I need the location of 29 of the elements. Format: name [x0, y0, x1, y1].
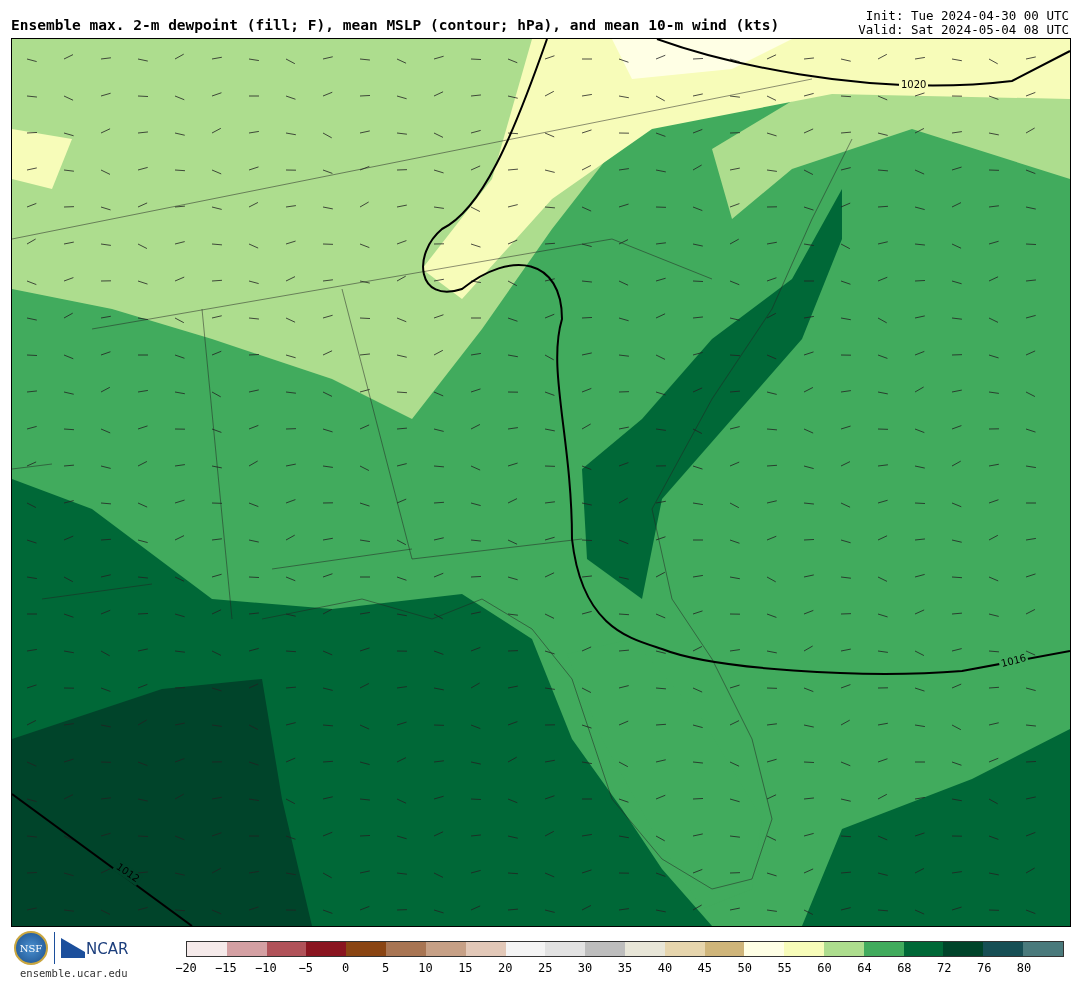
tick-label: 80 — [1016, 961, 1032, 975]
tick-label: 5 — [381, 961, 390, 975]
tick-label: 30 — [577, 961, 593, 975]
tick-label: 25 — [537, 961, 553, 975]
tick-label: 15 — [458, 961, 473, 975]
tick-label: 10 — [418, 961, 433, 975]
tick-label: −5 — [298, 961, 313, 975]
tick-label: −15 — [215, 961, 237, 975]
valid-time: Valid: Sat 2024-05-04 08 UTC — [858, 23, 1069, 37]
tick-label: 40 — [657, 961, 673, 975]
site-url: ensemble.ucar.edu — [20, 967, 128, 979]
tick-label: 64 — [857, 961, 872, 975]
tick-label: 60 — [817, 961, 832, 975]
tick-label: 35 — [617, 961, 633, 975]
tick-label: 45 — [697, 961, 713, 975]
chart-title: Ensemble max. 2-m dewpoint (fill; F), mean MSLP (contour; hPa), and mean 10-m wind (kts) — [11, 17, 780, 35]
tick-label: 68 — [897, 961, 912, 975]
tick-label: −10 — [254, 961, 277, 975]
nsf-logo: NSF — [14, 931, 48, 965]
init-time: Init: Tue 2024-04-30 00 UTC — [865, 9, 1069, 23]
tick-label: 72 — [937, 961, 952, 975]
tick-label: 0 — [342, 961, 350, 975]
tick-label: −20 — [175, 961, 197, 975]
tick-label: 20 — [498, 961, 513, 975]
tick-label: 76 — [976, 961, 992, 975]
ncar-logo: NCAR — [61, 938, 129, 958]
tick-label: 55 — [777, 961, 792, 975]
contour-label: 1020 — [899, 79, 929, 91]
tick-label: 50 — [737, 961, 752, 975]
